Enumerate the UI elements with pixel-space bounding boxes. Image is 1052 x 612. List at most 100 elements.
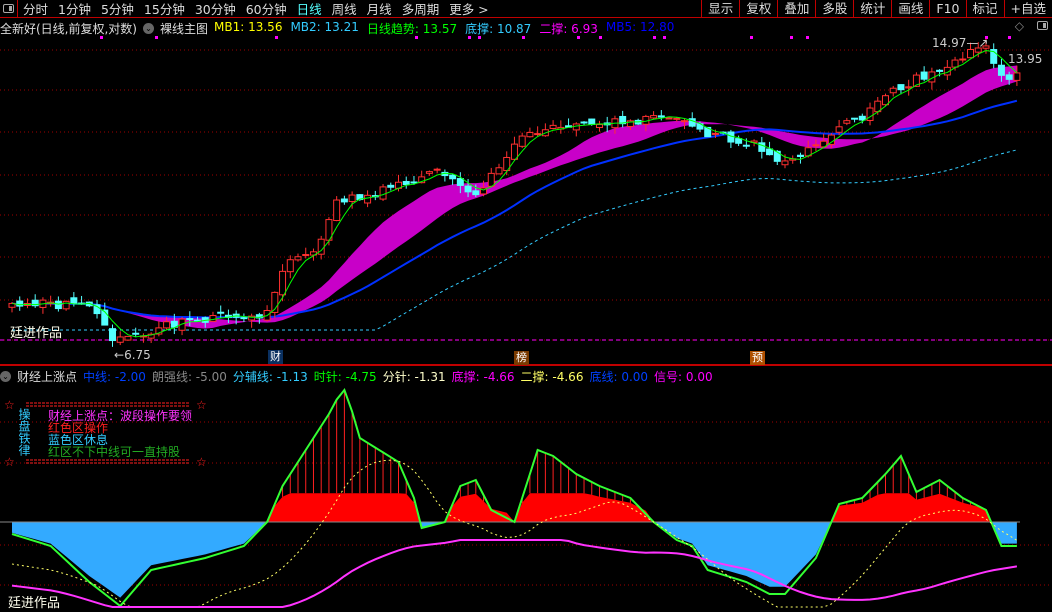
candle-body [851, 117, 859, 120]
marker-dot [155, 36, 158, 39]
candle-body [456, 178, 464, 186]
star-icon: ☆ [4, 455, 15, 469]
candle-body [433, 168, 441, 171]
candle-body [294, 256, 302, 261]
candle-body [526, 131, 534, 138]
watermark: 廷进作品 [8, 596, 61, 611]
candle-body [920, 71, 928, 80]
marker-dot [100, 36, 103, 39]
star-icon: ☆ [196, 398, 207, 412]
candle-body [425, 171, 433, 174]
candle-body [997, 64, 1005, 76]
sub-legend: ⌄ 财经上涨点 中线: -2.00 朗强线: -5.00 分辅线: -1.13 时针:… [0, 368, 713, 385]
candle-body [54, 300, 62, 310]
candle-body [510, 143, 518, 160]
candle-body [572, 123, 580, 131]
candle-body [936, 69, 944, 72]
candle-body [410, 181, 418, 184]
candle-body [951, 59, 959, 68]
event-tag-forecast[interactable]: 预 [750, 351, 765, 365]
candle-body [843, 120, 851, 124]
ma-blue-line [11, 99, 1018, 319]
marker-dot [577, 36, 580, 39]
sub-indicator-name[interactable]: 财经上涨点 [17, 368, 77, 385]
candle-body [364, 194, 372, 204]
candle-body [132, 332, 140, 335]
candle-body [16, 300, 24, 307]
marker-dot [478, 36, 481, 39]
candle-body [449, 174, 457, 180]
candle-body [889, 87, 897, 94]
candle-body [70, 297, 78, 304]
candle-body [348, 194, 356, 202]
candle-body [124, 335, 132, 341]
marker-dot [522, 36, 525, 39]
candle-body [217, 311, 225, 314]
candle-body [1013, 72, 1021, 81]
star-icon: ☆ [196, 455, 207, 469]
candle-body [108, 328, 116, 342]
candle-body [549, 124, 557, 129]
candle-body [766, 148, 774, 156]
candle-body [897, 84, 905, 91]
indicator-value: 中线: -2.00 [83, 370, 146, 384]
rules-title: 操盘铁律 [17, 408, 31, 456]
rule-line: 红区不下中线可一直持股 [48, 445, 181, 459]
marker-dot [1008, 36, 1011, 39]
candle-body [62, 300, 70, 310]
marker-dot [750, 36, 753, 39]
event-tag-finance[interactable]: 财 [268, 350, 283, 364]
candle-body [163, 321, 171, 329]
marker-dot [806, 36, 809, 39]
high-price-label: 14.97—↗ [932, 36, 989, 50]
candle-body [835, 126, 843, 133]
candle-body [580, 121, 588, 124]
candle-body [665, 117, 673, 120]
candle-body [905, 86, 913, 89]
candle-body [495, 167, 503, 175]
indicator-value: 朗强线: -5.00 [151, 370, 227, 384]
candle-body [402, 180, 410, 186]
marker-dot [468, 36, 471, 39]
event-tag-list[interactable]: 榜 [514, 351, 529, 365]
indicator-value: 分辅线: -1.13 [232, 370, 308, 384]
ma-green-line [11, 50, 1018, 338]
marker-dot [415, 36, 418, 39]
candle-body [186, 318, 194, 321]
candle-body [588, 118, 596, 125]
marker-dot [663, 36, 666, 39]
candle-body [711, 132, 719, 135]
marker-dot [599, 36, 602, 39]
candle-body [657, 115, 665, 118]
star-icon: ☆ [4, 398, 15, 412]
candle-body [116, 336, 124, 343]
indicator-value: 底线: 0.00 [589, 370, 649, 384]
candle-body [781, 160, 789, 166]
candle-body [340, 198, 348, 203]
marker-dot [275, 36, 278, 39]
candle-body [742, 144, 750, 147]
candle-body [279, 270, 287, 296]
candle-body [487, 172, 495, 187]
indicator-value: 时针: -4.75 [313, 370, 377, 384]
trend-band [12, 65, 1017, 329]
candle-body [286, 259, 294, 273]
candle-body [379, 186, 387, 200]
candle-body [812, 144, 820, 147]
candle-body [959, 58, 967, 61]
candle-body [302, 254, 310, 257]
price-chart: ☆ ☆ ☆ ☆ [0, 36, 1052, 608]
low-price-label: ←6.75 [114, 348, 151, 362]
candle-body [240, 317, 248, 320]
candle-body [967, 48, 975, 59]
candle-body [595, 124, 603, 128]
candle-body [735, 138, 743, 144]
candle-body [534, 133, 542, 136]
candle-body [1005, 74, 1013, 80]
watermark: 廷进作品 [10, 326, 63, 341]
candle-body [209, 315, 217, 322]
chevron-down-icon[interactable]: ⌄ [0, 371, 11, 382]
indicator-value: 信号: 0.00 [654, 370, 713, 384]
candle-body [333, 199, 341, 222]
candle-body [681, 120, 689, 123]
